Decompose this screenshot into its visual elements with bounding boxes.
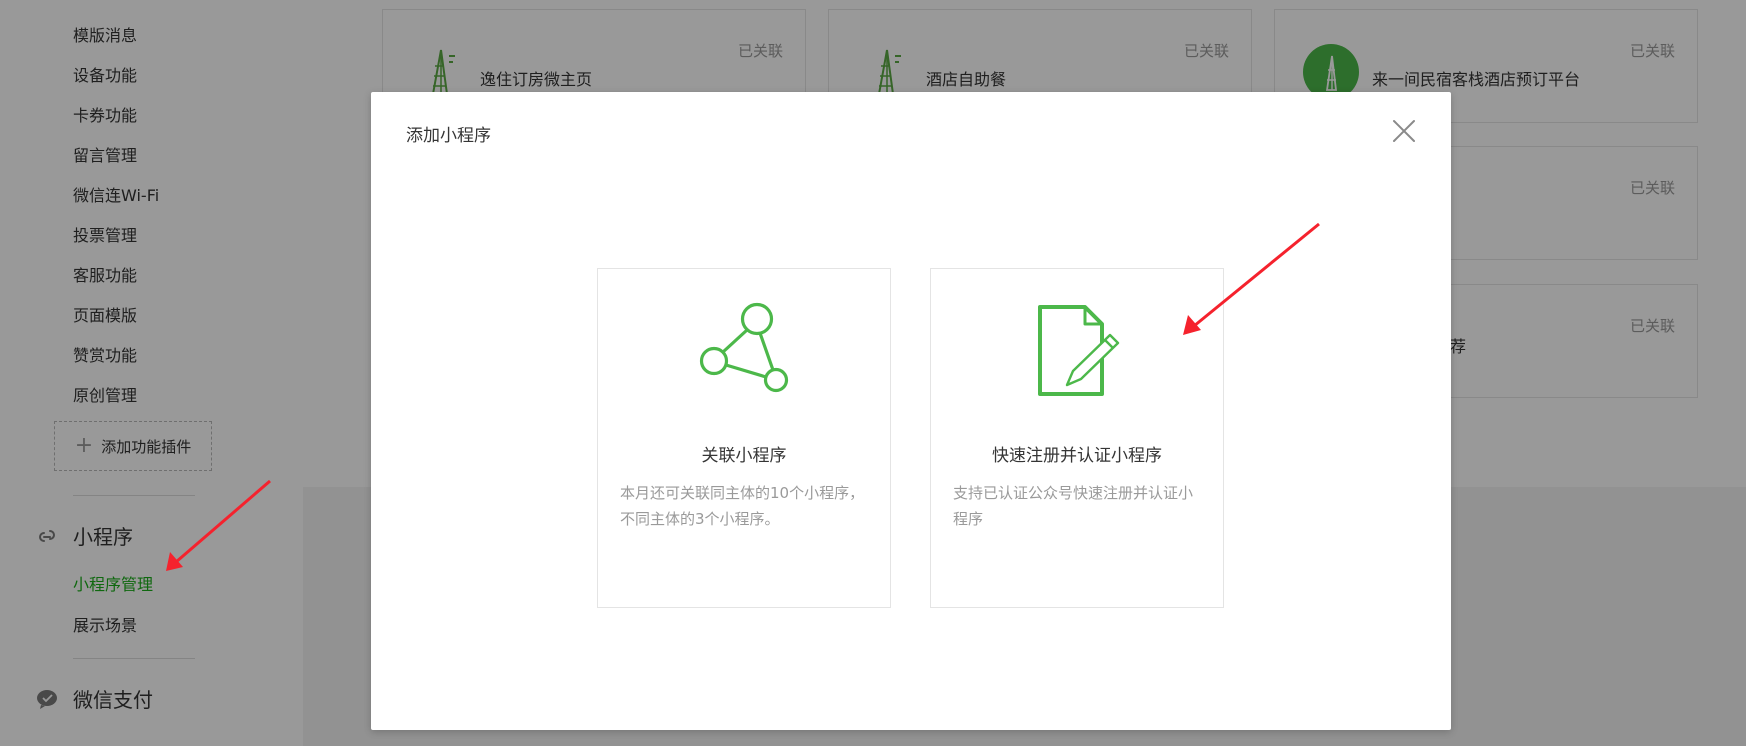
dialog-title: 添加小程序 <box>406 126 491 146</box>
document-edit-icon <box>1038 305 1120 396</box>
option-description: 本月还可关联同主体的10个小程序，不同主体的3个小程序。 <box>620 484 865 528</box>
add-mini-program-dialog: 添加小程序 关联小程序 本月还可关联同主体的10个小程序，不同主体的3个小程序。 <box>371 92 1451 730</box>
link-mini-program-option[interactable]: 关联小程序 本月还可关联同主体的10个小程序，不同主体的3个小程序。 <box>597 268 891 608</box>
link-nodes-icon <box>699 302 789 393</box>
close-icon[interactable] <box>1391 118 1417 144</box>
option-title: 快速注册并认证小程序 <box>992 446 1162 466</box>
option-description: 支持已认证公众号快速注册并认证小程序 <box>953 484 1194 528</box>
option-title: 关联小程序 <box>701 446 787 466</box>
quick-register-option[interactable]: 快速注册并认证小程序 支持已认证公众号快速注册并认证小程序 <box>930 268 1224 608</box>
